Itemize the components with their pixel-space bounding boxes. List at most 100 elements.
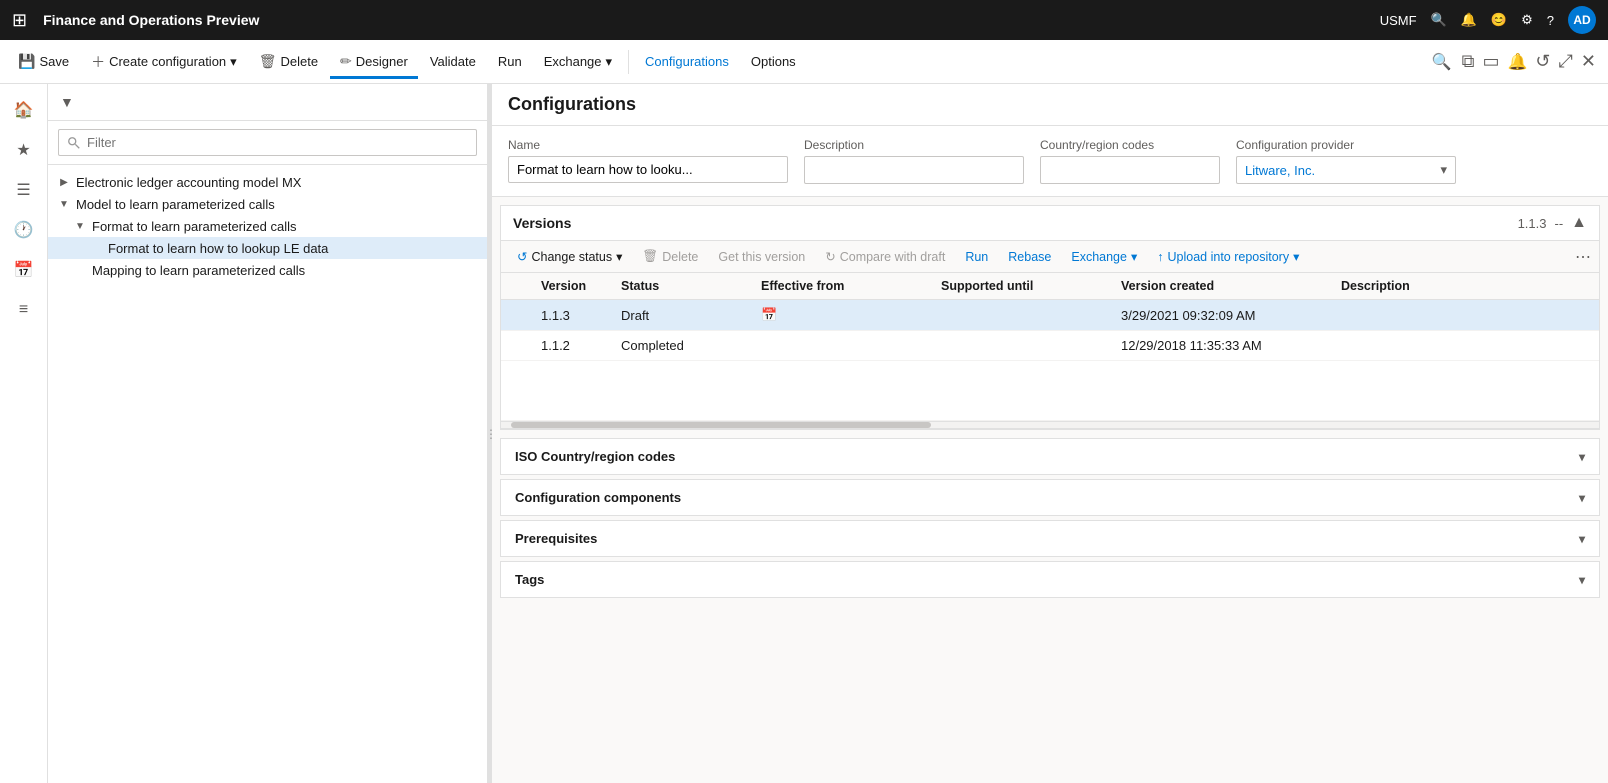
scroll-indicator[interactable] xyxy=(501,421,1599,429)
tree-item-format-lookup[interactable]: Format to learn how to lookup LE data xyxy=(48,237,487,259)
app-grid-icon[interactable]: ⊞ xyxy=(12,10,27,31)
create-configuration-button[interactable]: ＋ Create configuration ▾ xyxy=(81,46,247,78)
tree-item-text-3: Format to learn how to lookup LE data xyxy=(108,241,328,256)
config-provider-chevron[interactable]: ▾ xyxy=(1440,162,1447,178)
col-header-version-created[interactable]: Version created xyxy=(1111,273,1331,300)
row-effective-from-1[interactable]: 📅 xyxy=(751,300,931,331)
popout-icon[interactable]: ⤢ xyxy=(1555,47,1577,76)
upload-repository-button[interactable]: ↑ Upload into repository ▾ xyxy=(1149,245,1307,268)
description-value[interactable] xyxy=(804,156,1024,184)
versions-collapse-icon[interactable]: ▲ xyxy=(1571,214,1587,232)
search-icon[interactable]: 🔍 xyxy=(1431,12,1447,28)
col-header-description[interactable]: Description xyxy=(1331,273,1599,300)
tree-toggle-0[interactable]: ▶ xyxy=(56,174,72,190)
accordion-prereq-chevron[interactable]: ▾ xyxy=(1579,532,1585,546)
panel-icon[interactable]: ▭ xyxy=(1478,47,1503,76)
configurations-tab-button[interactable]: Configurations xyxy=(635,48,739,75)
title-bar: ⊞ Finance and Operations Preview USMF 🔍 … xyxy=(0,0,1608,40)
main-layout: 🏠 ★ ☰ 🕐 📅 ≡ ▼ ▶ Electronic ledger accoun… xyxy=(0,84,1608,783)
user-avatar[interactable]: AD xyxy=(1568,6,1596,34)
list-icon[interactable]: ☰ xyxy=(6,172,42,208)
accordion-config-header[interactable]: Configuration components ▾ xyxy=(501,480,1599,515)
exchange-chevron[interactable]: ▾ xyxy=(606,54,613,70)
config-provider-dropdown[interactable]: Litware, Inc. ▾ xyxy=(1236,156,1456,184)
calendar-icon-1[interactable]: 📅 xyxy=(761,307,777,322)
name-label: Name xyxy=(508,138,788,152)
run-button[interactable]: Run xyxy=(488,48,532,75)
accordion-tags-chevron[interactable]: ▾ xyxy=(1579,573,1585,587)
tree-item-electronic-ledger[interactable]: ▶ Electronic ledger accounting model MX xyxy=(48,171,487,193)
save-button[interactable]: 💾 Save xyxy=(8,47,79,76)
row-checkbox-2 xyxy=(501,331,531,361)
name-value[interactable]: Format to learn how to looku... xyxy=(508,156,788,183)
tree-panel: ▼ ▶ Electronic ledger accounting model M… xyxy=(48,84,488,783)
get-this-version-button[interactable]: Get this version xyxy=(710,246,813,268)
table-row[interactable]: 1.1.3 Draft 📅 3/29/2021 09:32:09 AM xyxy=(501,300,1599,331)
change-status-chevron[interactable]: ▾ xyxy=(616,249,622,264)
filter-input[interactable] xyxy=(58,129,477,156)
change-status-icon: ↺ xyxy=(517,249,527,264)
upload-icon: ↑ xyxy=(1157,250,1163,264)
create-config-chevron[interactable]: ▾ xyxy=(230,54,237,70)
tree-item-format-parameterized[interactable]: ▼ Format to learn parameterized calls xyxy=(48,215,487,237)
versions-badge: 1.1.3 xyxy=(1518,216,1547,231)
accordion-tags-header[interactable]: Tags ▾ xyxy=(501,562,1599,597)
calendar-side-icon[interactable]: 📅 xyxy=(6,252,42,288)
upload-repo-chevron[interactable]: ▾ xyxy=(1293,249,1299,264)
row-description-1 xyxy=(1331,300,1599,331)
page-title: Configurations xyxy=(508,94,1592,125)
country-region-value[interactable] xyxy=(1040,156,1220,184)
accordion-iso-chevron[interactable]: ▾ xyxy=(1579,450,1585,464)
bell-icon[interactable]: 🔔 xyxy=(1461,12,1477,28)
close-icon[interactable]: ✕ xyxy=(1577,47,1600,76)
ver-more-button[interactable]: ⋯ xyxy=(1575,247,1591,267)
clock-icon[interactable]: 🕐 xyxy=(6,212,42,248)
designer-button[interactable]: ✏ Designer xyxy=(330,47,418,76)
accordion-iso-country: ISO Country/region codes ▾ xyxy=(500,438,1600,475)
col-header-effective-from[interactable]: Effective from xyxy=(751,273,931,300)
smiley-icon[interactable]: 😊 xyxy=(1491,12,1507,28)
accordion-prereq-header[interactable]: Prerequisites ▾ xyxy=(501,521,1599,556)
accordion-config-chevron[interactable]: ▾ xyxy=(1579,491,1585,505)
exchange-button[interactable]: Exchange ▾ xyxy=(534,48,622,76)
ver-exchange-button[interactable]: Exchange ▾ xyxy=(1063,245,1145,268)
col-header-version[interactable]: Version xyxy=(531,273,611,300)
filter-icon[interactable]: ▼ xyxy=(56,90,78,114)
table-row[interactable]: 1.1.2 Completed 12/29/2018 11:35:33 AM xyxy=(501,331,1599,361)
col-header-supported-until[interactable]: Supported until xyxy=(931,273,1111,300)
help-icon[interactable]: ? xyxy=(1547,13,1554,28)
ver-exchange-chevron[interactable]: ▾ xyxy=(1131,249,1137,264)
home-icon[interactable]: 🏠 xyxy=(6,92,42,128)
resize-handle[interactable] xyxy=(488,84,492,783)
star-icon[interactable]: ★ xyxy=(6,132,42,168)
settings-icon[interactable]: ⚙ xyxy=(1521,12,1533,28)
options-button[interactable]: Options xyxy=(741,48,806,75)
change-status-button[interactable]: ↺ Change status ▾ xyxy=(509,245,630,268)
accordion-iso-country-header[interactable]: ISO Country/region codes ▾ xyxy=(501,439,1599,474)
form-row: Name Format to learn how to looku... Des… xyxy=(508,138,1592,184)
notification-badge-icon[interactable]: 🔔 xyxy=(1503,48,1531,76)
name-field: Name Format to learn how to looku... xyxy=(508,138,788,183)
tree-toggle-2[interactable]: ▼ xyxy=(72,218,88,234)
main-content: Configurations Name Format to learn how … xyxy=(492,84,1608,783)
validate-button[interactable]: Validate xyxy=(420,48,486,75)
config-provider-value: Litware, Inc. xyxy=(1245,163,1315,178)
accordion-config-components: Configuration components ▾ xyxy=(500,479,1600,516)
compare-with-draft-button[interactable]: ↻ Compare with draft xyxy=(817,245,953,268)
tree-item-model-parameterized[interactable]: ▼ Model to learn parameterized calls xyxy=(48,193,487,215)
rebase-button[interactable]: Rebase xyxy=(1000,246,1059,268)
tree-toggle-1[interactable]: ▼ xyxy=(56,196,72,212)
country-region-label: Country/region codes xyxy=(1040,138,1220,152)
cmd-separator xyxy=(628,50,629,74)
tree-item-mapping[interactable]: Mapping to learn parameterized calls xyxy=(48,259,487,281)
refresh-icon[interactable]: ↺ xyxy=(1531,47,1554,76)
col-header-status[interactable]: Status xyxy=(611,273,751,300)
ver-delete-button[interactable]: 🗑 Delete xyxy=(634,245,706,268)
layout-icon[interactable]: ⧉ xyxy=(1458,47,1479,76)
command-bar: 💾 Save ＋ Create configuration ▾ 🗑 Delete… xyxy=(0,40,1608,84)
ver-run-button[interactable]: Run xyxy=(957,246,996,268)
delete-button[interactable]: 🗑 Delete xyxy=(249,47,328,76)
cmd-search-icon[interactable]: 🔍 xyxy=(1426,46,1458,78)
delete-icon: 🗑 xyxy=(259,53,277,70)
menu-icon[interactable]: ≡ xyxy=(6,292,42,328)
